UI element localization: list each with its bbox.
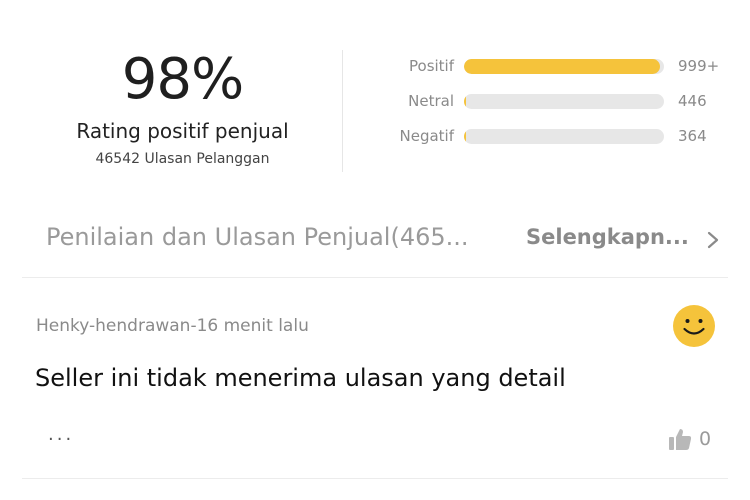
review-count: 46542 Ulasan Pelanggan <box>95 151 270 167</box>
see-more-link[interactable]: Selengkapn... <box>526 225 689 249</box>
reviews-section-header[interactable]: Penilaian dan Ulasan Penjual(465... Sele… <box>0 215 750 265</box>
review-divider <box>22 478 728 479</box>
rating-bar-fill <box>464 129 466 144</box>
rating-bar-fill <box>464 59 660 74</box>
rating-count: 999+ <box>678 57 720 75</box>
rating-label: Negatif <box>399 127 455 145</box>
rating-row-netral: Netral 446 <box>360 90 730 112</box>
chevron-right-icon[interactable] <box>705 229 721 251</box>
rating-label: Netral <box>408 92 454 110</box>
rating-summary: 98% Rating positif penjual 46542 Ulasan … <box>0 0 750 190</box>
rating-bar-track <box>464 129 664 144</box>
rating-label: Positif <box>409 57 454 75</box>
smiley-icon <box>673 305 715 347</box>
reviews-section-title: Penilaian dan Ulasan Penjual(465... <box>46 223 469 251</box>
vertical-divider <box>342 50 343 172</box>
review-author-time: Henky-hendrawan-16 menit lalu <box>36 316 309 336</box>
section-divider <box>22 277 728 278</box>
rating-bar-track <box>464 94 664 109</box>
rating-bar-fill <box>464 94 466 109</box>
like-button[interactable]: 0 <box>667 426 727 454</box>
score-block: 98% Rating positif penjual 46542 Ulasan … <box>40 48 325 168</box>
review-more-button[interactable]: ... <box>48 424 74 445</box>
positive-rating-label: Rating positif penjual <box>76 119 289 143</box>
rating-row-positif: Positif 999+ <box>360 55 730 77</box>
review-item: Henky-hendrawan-16 menit lalu Seller ini… <box>0 300 750 470</box>
rating-count: 364 <box>678 127 707 145</box>
rating-row-negatif: Negatif 364 <box>360 125 730 147</box>
like-count: 0 <box>699 428 712 450</box>
positive-rating-percent: 98% <box>121 47 244 112</box>
rating-bar-track <box>464 59 664 74</box>
thumbs-up-icon[interactable] <box>667 426 693 452</box>
review-text: Seller ini tidak menerima ulasan yang de… <box>35 364 566 392</box>
rating-count: 446 <box>678 92 707 110</box>
